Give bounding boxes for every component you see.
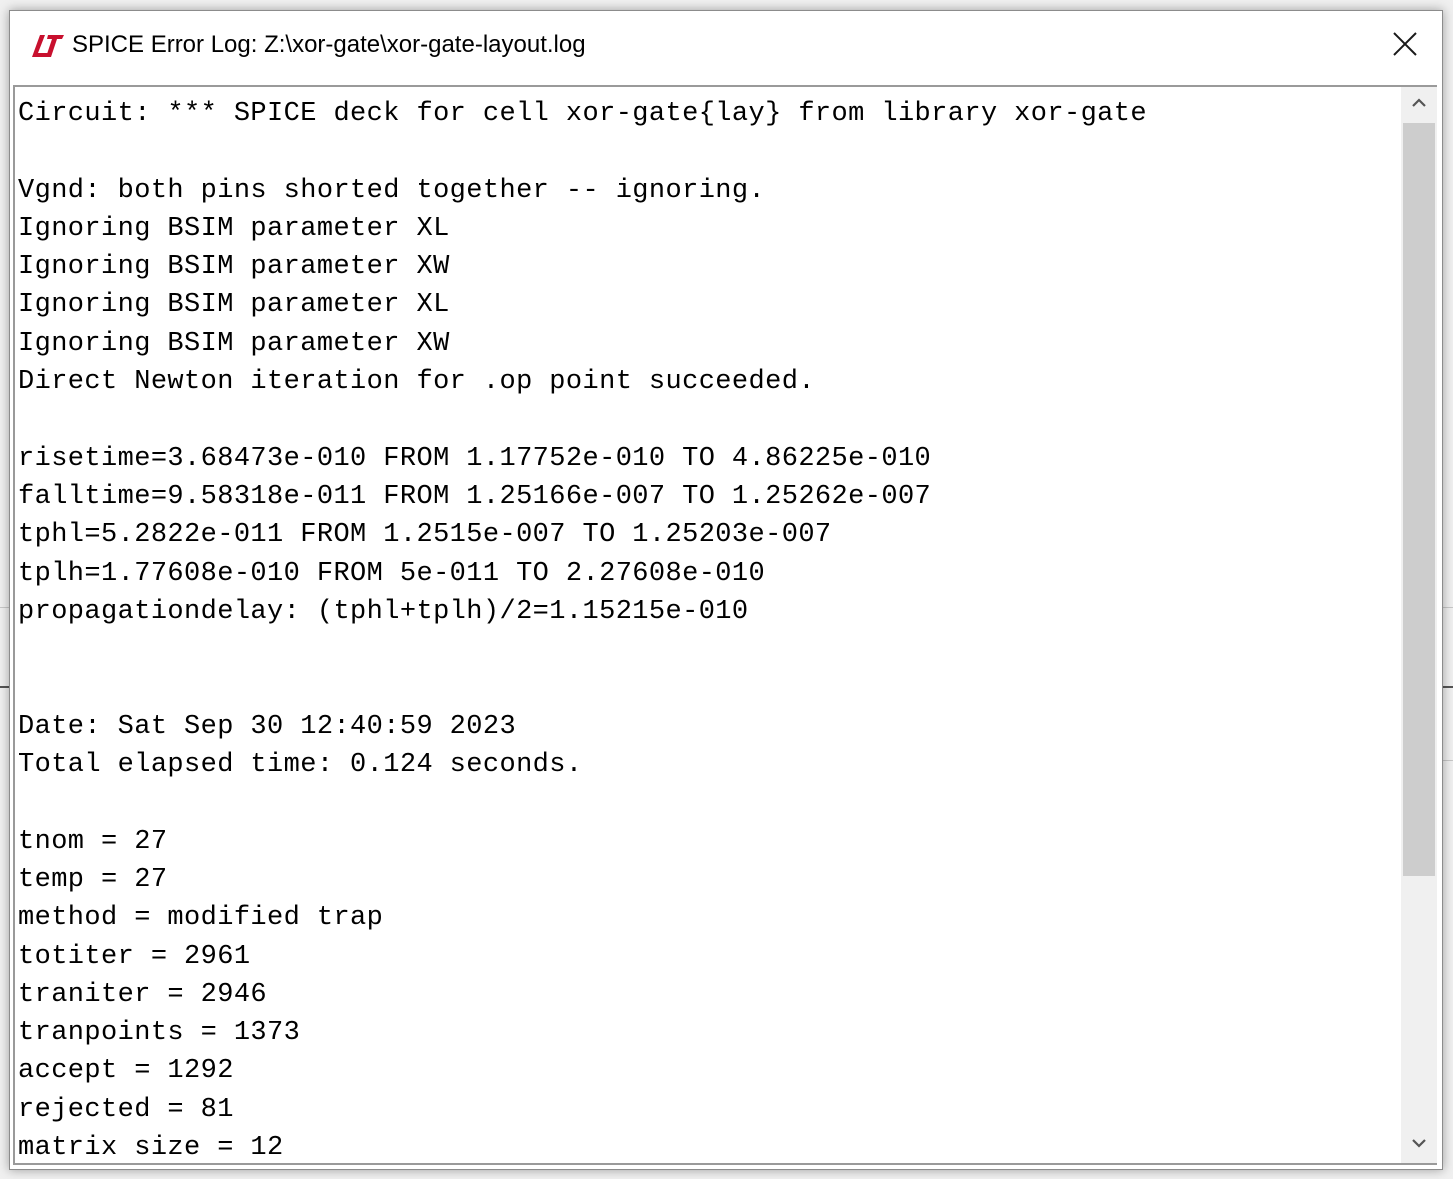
log-line: temp = 27 — [18, 864, 168, 895]
log-line: traniter = 2946 — [18, 979, 268, 1010]
log-line: falltime=9.58318e-011 FROM 1.25166e-007 … — [18, 481, 932, 512]
log-line: tnom = 27 — [18, 826, 168, 857]
log-line: accept = 1292 — [18, 1056, 234, 1087]
background-window-edge — [1443, 686, 1453, 688]
chevron-down-icon — [1411, 1136, 1427, 1154]
log-line: rejected = 81 — [18, 1094, 234, 1125]
vertical-scrollbar[interactable] — [1401, 87, 1437, 1163]
log-line: Ignoring BSIM parameter XW — [18, 252, 450, 283]
log-line: tranpoints = 1373 — [18, 1018, 301, 1049]
close-icon — [1392, 31, 1418, 62]
log-line: tphl=5.2822e-011 FROM 1.2515e-007 TO 1.2… — [18, 520, 832, 551]
background-window-edge — [1443, 607, 1453, 608]
log-line: matrix size = 12 — [18, 1133, 284, 1164]
log-line: propagationdelay: (tphl+tplh)/2=1.15215e… — [18, 596, 749, 627]
spice-error-log-window: SPICE Error Log: Z:\xor-gate\xor-gate-la… — [9, 10, 1443, 1170]
log-text-area[interactable]: Circuit: *** SPICE deck for cell xor-gat… — [13, 85, 1437, 1165]
log-line: method = modified trap — [18, 903, 384, 934]
log-line: Total elapsed time: 0.124 seconds. — [18, 750, 583, 781]
log-line: Circuit: *** SPICE deck for cell xor-gat… — [18, 99, 1147, 129]
log-line: totiter = 2961 — [18, 941, 251, 972]
log-line: Vgnd: both pins shorted together -- igno… — [18, 175, 766, 206]
background-window-edge — [0, 686, 9, 688]
title-bar[interactable]: SPICE Error Log: Z:\xor-gate\xor-gate-la… — [10, 11, 1442, 81]
scrollbar-thumb[interactable] — [1403, 123, 1435, 876]
log-content[interactable]: Circuit: *** SPICE deck for cell xor-gat… — [18, 95, 1398, 1164]
scroll-up-button[interactable] — [1401, 87, 1437, 123]
window-title: SPICE Error Log: Z:\xor-gate\xor-gate-la… — [72, 31, 586, 58]
chevron-up-icon — [1411, 96, 1427, 114]
log-line: risetime=3.68473e-010 FROM 1.17752e-010 … — [18, 443, 932, 474]
log-line: Ignoring BSIM parameter XW — [18, 328, 450, 359]
log-line: Ignoring BSIM parameter XL — [18, 213, 450, 244]
log-line: Ignoring BSIM parameter XL — [18, 290, 450, 321]
log-line: Date: Sat Sep 30 12:40:59 2023 — [18, 711, 517, 742]
background-window-edge — [0, 607, 9, 608]
log-line: Direct Newton iteration for .op point su… — [18, 367, 815, 398]
close-button[interactable] — [1368, 11, 1442, 81]
log-line: tplh=1.77608e-010 FROM 5e-011 TO 2.27608… — [18, 558, 766, 589]
background-window-edge — [1443, 760, 1453, 761]
scroll-down-button[interactable] — [1401, 1127, 1437, 1163]
ltspice-logo-icon — [30, 33, 66, 59]
